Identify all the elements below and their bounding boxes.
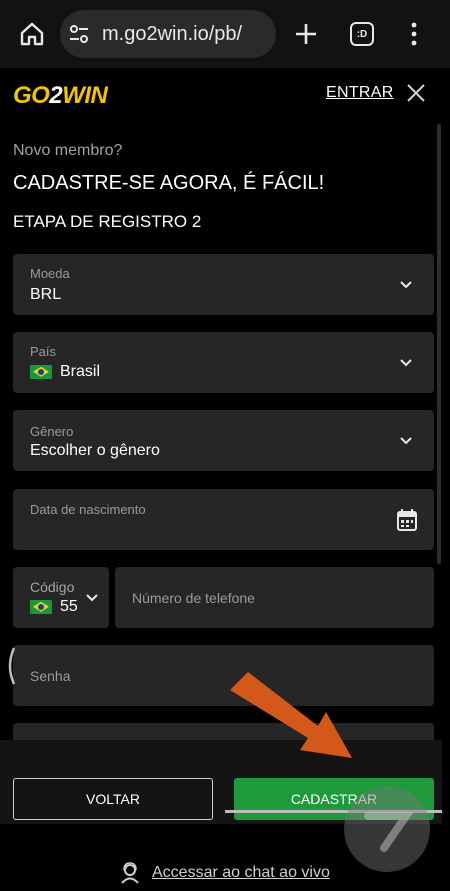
phone-number-placeholder: Número de telefone — [132, 590, 255, 606]
gender-select[interactable]: Gênero Escolher o gênero — [13, 410, 434, 471]
country-select[interactable]: País Brasil — [13, 332, 434, 393]
currency-value: BRL — [30, 286, 62, 303]
new-member-label: Novo membro? — [13, 142, 123, 159]
country-value: Brasil — [60, 363, 101, 380]
address-bar[interactable]: m.go2win.io/pb/ — [60, 10, 276, 58]
back-button[interactable]: VOLTAR — [13, 778, 213, 820]
side-handle-icon[interactable] — [4, 646, 16, 686]
go2win-logo[interactable]: GO2WIN — [13, 82, 108, 110]
more-options-icon[interactable] — [404, 20, 424, 48]
browser-toolbar: m.go2win.io/pb/ :D — [0, 0, 450, 68]
login-link[interactable]: ENTRAR — [326, 84, 394, 102]
phone-code-value: 55 — [60, 598, 78, 615]
country-label: País — [30, 344, 57, 359]
brazil-flag-icon — [30, 599, 52, 614]
step-title: ETAPA DE REGISTRO 2 — [13, 212, 202, 231]
chevron-down-icon — [400, 359, 412, 367]
country-value-row: Brasil — [30, 363, 100, 381]
brazil-flag-icon — [30, 364, 52, 379]
currency-select[interactable]: Moeda BRL — [13, 254, 434, 315]
chevron-down-icon — [400, 281, 412, 289]
watermark-logo-icon — [344, 786, 430, 872]
support-agent-icon — [121, 862, 139, 884]
chevron-down-icon — [86, 594, 98, 602]
calendar-icon[interactable] — [396, 508, 418, 532]
site-settings-icon[interactable] — [68, 23, 90, 45]
signup-title: CADASTRE-SE AGORA, É FÁCIL! — [13, 172, 325, 194]
currency-label: Moeda — [30, 266, 70, 281]
gender-value: Escolher o gênero — [30, 442, 160, 459]
live-chat-link[interactable]: Accessar ao chat ao vivo — [120, 862, 330, 884]
birthdate-field[interactable]: Data de nascimento — [13, 489, 434, 550]
url-text[interactable]: m.go2win.io/pb/ — [102, 23, 242, 46]
scrollbar[interactable] — [437, 124, 441, 564]
home-icon[interactable] — [18, 20, 46, 48]
tab-switcher-button[interactable]: :D — [350, 22, 374, 46]
chevron-down-icon — [400, 437, 412, 445]
live-chat-label[interactable]: Accessar ao chat ao vivo — [152, 864, 330, 882]
close-icon[interactable] — [405, 82, 427, 104]
password-label: Senha — [30, 668, 71, 684]
phone-code-value-row: 55 — [30, 598, 78, 616]
logo-text-win: WIN — [62, 82, 108, 109]
logo-text-2: 2 — [49, 82, 63, 109]
new-tab-icon[interactable] — [292, 20, 320, 48]
phone-code-select[interactable]: Código 55 — [13, 567, 109, 628]
phone-code-label: Código — [30, 579, 75, 595]
logo-text-go: GO — [13, 82, 50, 109]
gender-label: Gênero — [30, 424, 74, 439]
arrow-annotation-icon — [230, 672, 352, 758]
birthdate-label: Data de nascimento — [30, 502, 146, 517]
phone-number-input[interactable]: Número de telefone — [115, 567, 434, 628]
